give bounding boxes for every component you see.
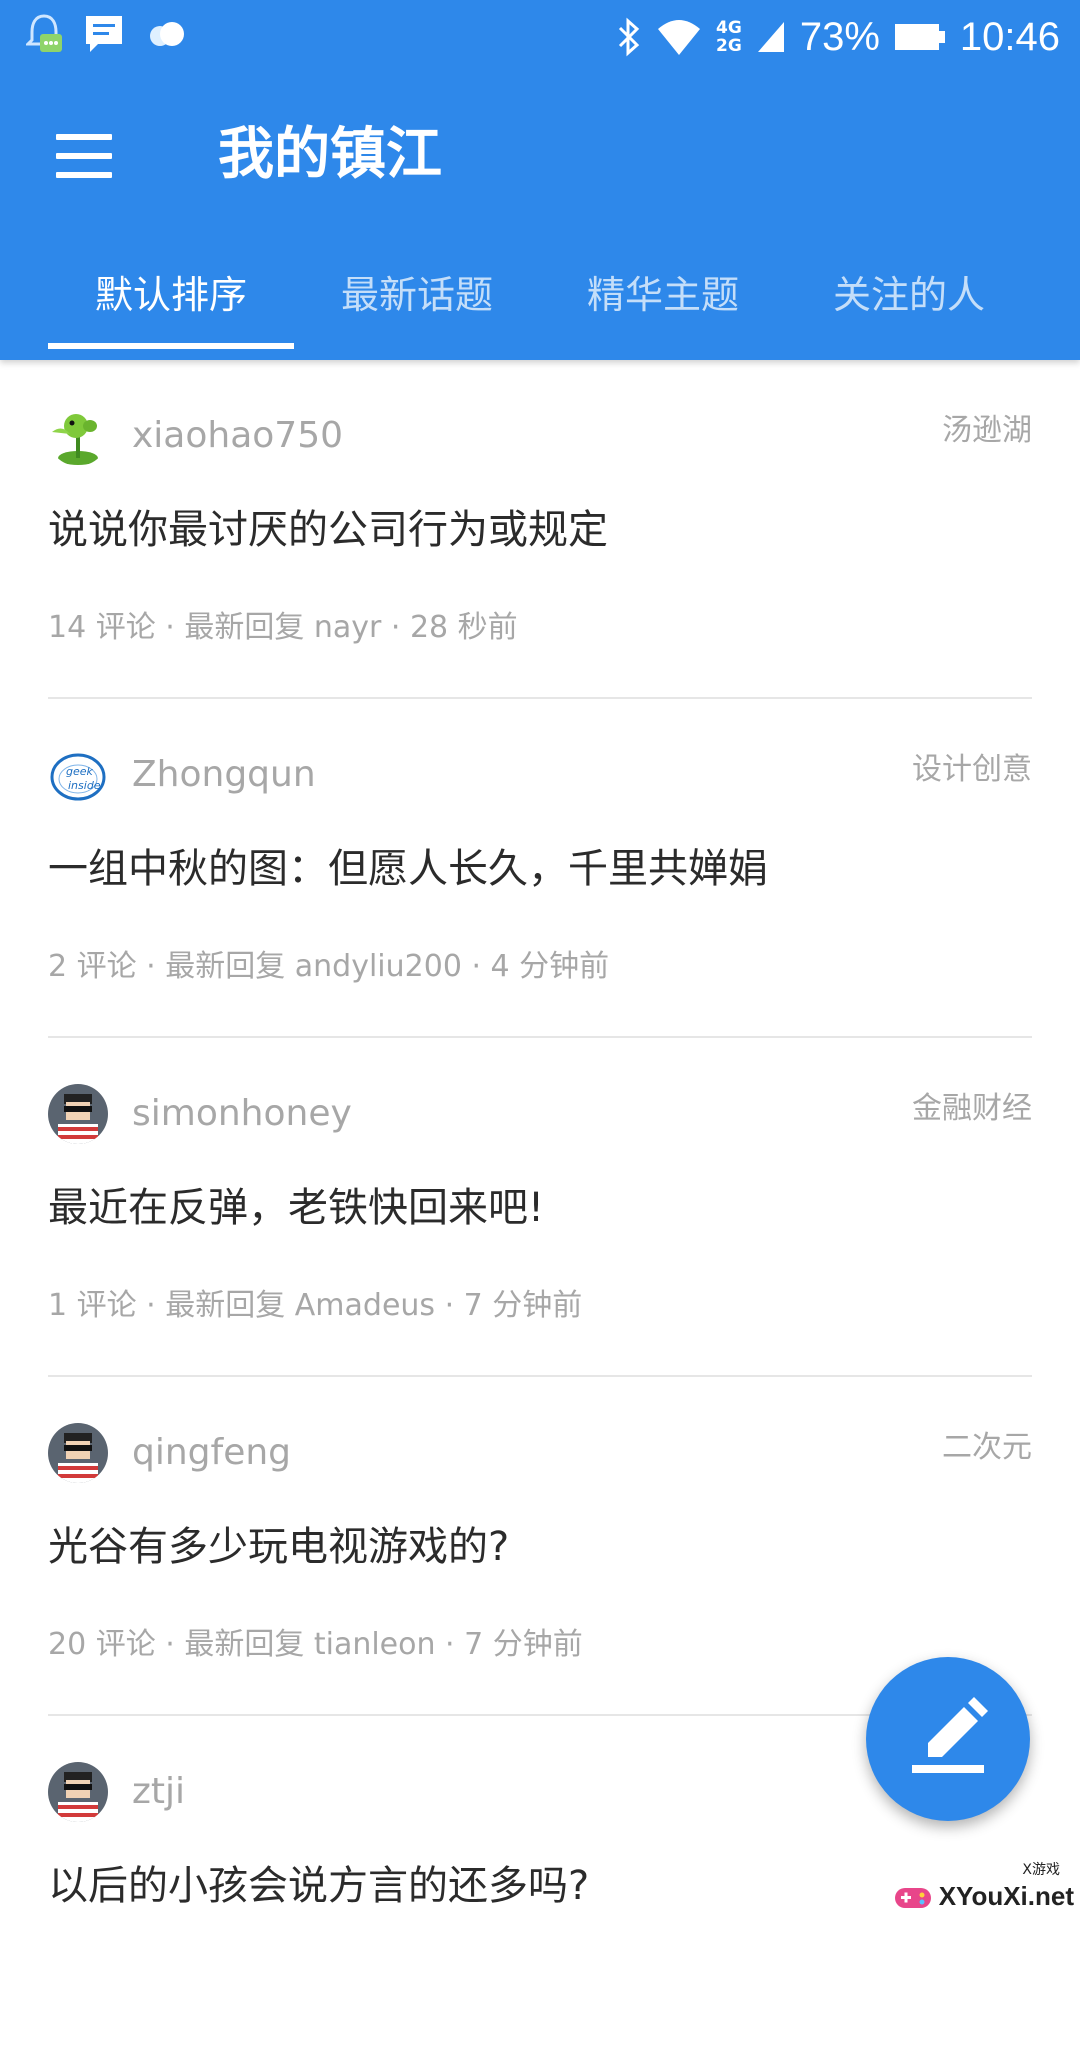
pixel-sunglasses-avatar-icon — [48, 1423, 108, 1483]
topic-title[interactable]: 最近在反弹，老铁快回来吧! — [48, 1178, 1008, 1238]
pixel-sunglasses-avatar-icon — [48, 1084, 108, 1144]
clock: 10:46 — [959, 15, 1060, 59]
tab-featured-topics[interactable]: 精华主题 — [540, 255, 786, 349]
topic-author[interactable]: Zhongqun — [132, 745, 316, 805]
avatar[interactable] — [48, 1423, 108, 1483]
watermark-small-text: X游戏 — [1022, 1862, 1060, 1878]
topic-meta: 20 评论 · 最新回复 tianleon · 7 分钟前 — [48, 1627, 583, 1662]
svg-text:geek: geek — [66, 765, 94, 778]
edit-pencil-icon — [912, 1697, 988, 1773]
bluetooth-icon — [618, 17, 640, 57]
watermark-text: XYouXi.net — [938, 1881, 1074, 1911]
signal-icon — [757, 22, 784, 52]
avatar[interactable]: geek inside — [48, 745, 108, 805]
sort-tabs: 默认排序 最新话题 精华主题 关注的人 — [48, 255, 1032, 349]
topic-author[interactable]: qingfeng — [132, 1423, 291, 1483]
avatar[interactable] — [48, 1084, 108, 1144]
watermark: X游戏 XYouXi.net — [893, 1862, 1074, 1912]
topic-item[interactable]: simonhoney 金融财经 最近在反弹，老铁快回来吧! 1 评论 · 最新回… — [0, 1038, 1080, 1377]
topic-title[interactable]: 说说你最讨厌的公司行为或规定 — [48, 500, 1008, 560]
gamepad-logo-icon — [894, 1887, 931, 1908]
wifi-icon — [658, 20, 701, 55]
status-bar-system: 4G 2G 73% 10:46 — [616, 10, 1060, 64]
plant-avatar-icon — [48, 406, 108, 466]
topic-author[interactable]: xiaohao750 — [132, 406, 343, 466]
network-type: 4G 2G — [716, 19, 742, 55]
topic-meta: 1 评论 · 最新回复 Amadeus · 7 分钟前 — [48, 1288, 583, 1323]
new-topic-button[interactable] — [866, 1657, 1030, 1821]
message-icon — [86, 16, 122, 52]
topic-meta: 2 评论 · 最新回复 andyliu200 · 4 分钟前 — [48, 949, 610, 984]
tab-following[interactable]: 关注的人 — [786, 255, 1032, 349]
hamburger-menu-icon[interactable] — [56, 134, 112, 178]
topic-title[interactable]: 光谷有多少玩电视游戏的? — [48, 1517, 1008, 1577]
topic-category[interactable]: 金融财经 — [912, 1084, 1032, 1134]
bell-chat-icon — [26, 14, 62, 52]
cloud-icon — [150, 22, 184, 46]
battery-percent: 73% — [799, 15, 880, 59]
topic-category[interactable]: 汤逊湖 — [942, 406, 1032, 456]
topic-title[interactable]: 一组中秋的图：但愿人长久，千里共婵娟 — [48, 839, 1008, 899]
avatar[interactable] — [48, 1762, 108, 1822]
app-header: 4G 2G 73% 10:46 我的镇江 默认排序 最新话题 精华主题 关注的人 — [0, 0, 1080, 360]
topic-item[interactable]: xiaohao750 汤逊湖 说说你最讨厌的公司行为或规定 14 评论 · 最新… — [0, 360, 1080, 699]
network-type-top: 4G — [716, 18, 742, 38]
network-type-bottom: 2G — [716, 36, 742, 56]
topic-meta: 14 评论 · 最新回复 nayr · 28 秒前 — [48, 610, 518, 645]
pixel-sunglasses-avatar-icon — [48, 1762, 108, 1822]
topic-author[interactable]: simonhoney — [132, 1084, 352, 1144]
topic-category[interactable]: 二次元 — [942, 1423, 1032, 1473]
tab-default-sort[interactable]: 默认排序 — [48, 255, 294, 349]
app-title: 我的镇江 — [218, 122, 442, 187]
topic-title[interactable]: 以后的小孩会说方言的还多吗? — [48, 1856, 1008, 1916]
status-bar-notifications — [26, 12, 188, 56]
geek-inside-avatar-icon: geek inside — [48, 745, 108, 805]
topic-author[interactable]: ztji — [132, 1762, 185, 1822]
battery-icon — [894, 24, 945, 50]
status-bar: 4G 2G 73% 10:46 — [0, 0, 1080, 74]
avatar[interactable] — [48, 406, 108, 466]
topic-category[interactable]: 设计创意 — [912, 745, 1032, 795]
topic-item[interactable]: geek inside Zhongqun 设计创意 一组中秋的图：但愿人长久，千… — [0, 699, 1080, 1038]
tab-latest-topics[interactable]: 最新话题 — [294, 255, 540, 349]
svg-text:inside: inside — [68, 779, 101, 792]
